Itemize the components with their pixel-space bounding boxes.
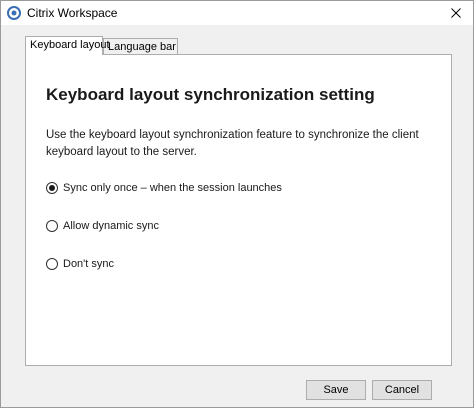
radio-dont-sync[interactable]: Don't sync xyxy=(46,258,114,270)
page-title: Keyboard layout synchronization setting xyxy=(46,85,375,104)
close-icon xyxy=(451,8,461,18)
tab-language-bar[interactable]: Language bar xyxy=(103,38,178,54)
tab-keyboard-layout[interactable]: Keyboard layout xyxy=(25,36,110,55)
description-text: Use the keyboard layout synchronization … xyxy=(46,129,419,158)
radio-allow-dynamic-sync[interactable]: Allow dynamic sync xyxy=(46,220,159,232)
radio-label-sync-once: Sync only once – when the session launch… xyxy=(63,182,282,194)
save-button[interactable]: Save xyxy=(306,380,366,400)
cancel-button[interactable]: Cancel xyxy=(372,380,432,400)
close-button[interactable] xyxy=(447,4,465,22)
settings-window: Citrix Workspace Keyboard layout Languag… xyxy=(0,0,474,408)
radio-sync-once[interactable]: Sync only once – when the session launch… xyxy=(46,182,282,194)
radio-button[interactable] xyxy=(46,258,58,270)
citrix-swirl-icon xyxy=(7,6,21,20)
radio-label-dynamic-sync: Allow dynamic sync xyxy=(63,220,159,232)
tab-panel: Keyboard layout synchronization setting … xyxy=(25,54,452,366)
title-bar: Citrix Workspace xyxy=(1,1,473,25)
radio-button[interactable] xyxy=(46,220,58,232)
radio-button-selected[interactable] xyxy=(46,182,58,194)
radio-label-dont-sync: Don't sync xyxy=(63,258,115,270)
window-title: Citrix Workspace xyxy=(27,6,118,20)
